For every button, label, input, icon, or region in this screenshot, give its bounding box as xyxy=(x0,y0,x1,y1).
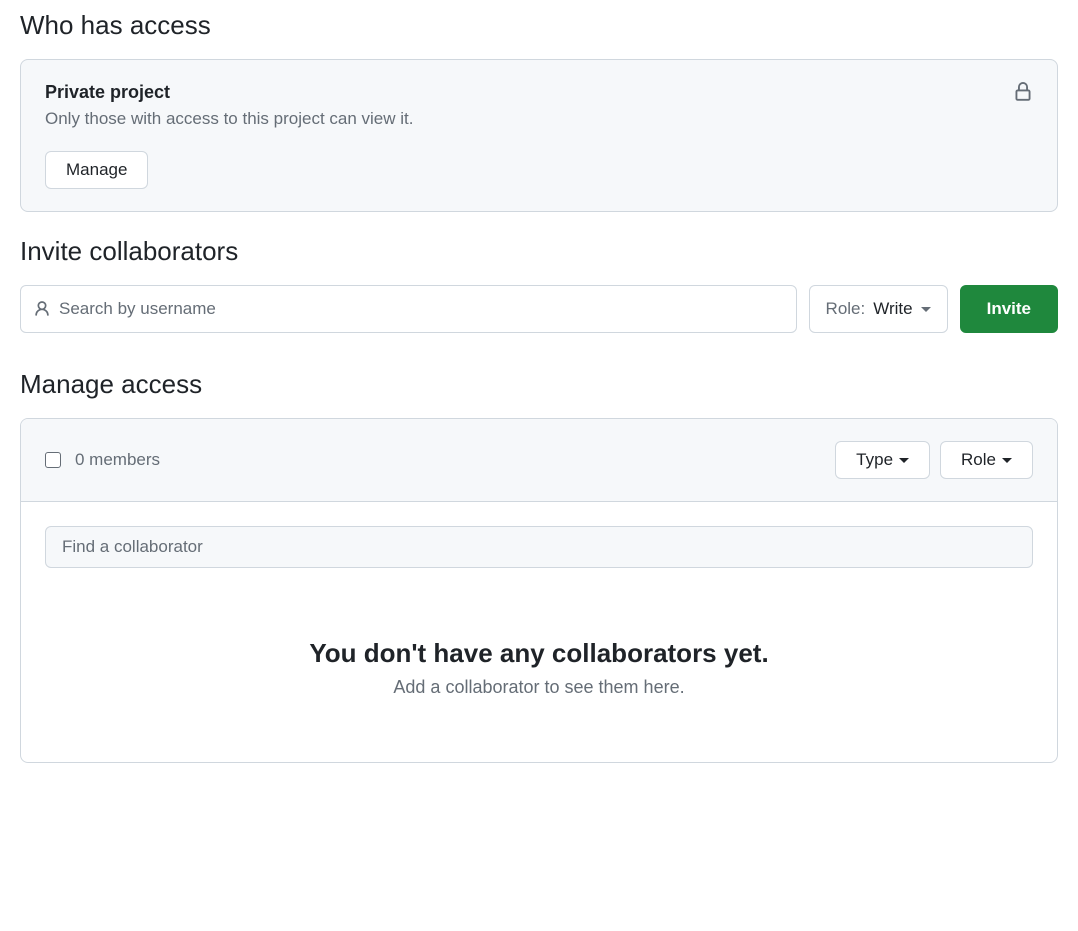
person-icon xyxy=(33,300,51,318)
who-has-access-heading: Who has access xyxy=(20,10,1058,41)
role-filter-label: Role xyxy=(961,450,996,470)
empty-state-title: You don't have any collaborators yet. xyxy=(65,638,1013,669)
empty-state: You don't have any collaborators yet. Ad… xyxy=(45,568,1033,738)
access-card: Private project Only those with access t… xyxy=(20,59,1058,212)
manage-access-panel: 0 members Type Role You don't have any c… xyxy=(20,418,1058,763)
manage-access-heading: Manage access xyxy=(20,369,1058,400)
role-selector[interactable]: Role: Write xyxy=(809,285,948,333)
caret-down-icon xyxy=(1002,458,1012,463)
caret-down-icon xyxy=(899,458,909,463)
type-filter-button[interactable]: Type xyxy=(835,441,930,479)
members-count: 0 members xyxy=(75,450,160,470)
lock-icon xyxy=(1013,82,1033,102)
invite-heading: Invite collaborators xyxy=(20,236,1058,267)
access-card-description: Only those with access to this project c… xyxy=(45,109,414,129)
empty-state-description: Add a collaborator to see them here. xyxy=(65,677,1013,698)
username-search-input[interactable] xyxy=(51,299,784,319)
type-filter-label: Type xyxy=(856,450,893,470)
find-collaborator-input[interactable] xyxy=(45,526,1033,568)
select-all-checkbox[interactable] xyxy=(45,452,61,468)
invite-button[interactable]: Invite xyxy=(960,285,1058,333)
role-filter-button[interactable]: Role xyxy=(940,441,1033,479)
invite-row: Role: Write Invite xyxy=(20,285,1058,333)
role-prefix-label: Role: xyxy=(826,299,866,319)
manage-panel-header: 0 members Type Role xyxy=(21,419,1057,502)
access-card-title: Private project xyxy=(45,82,414,103)
role-value: Write xyxy=(873,299,912,319)
manage-access-button[interactable]: Manage xyxy=(45,151,148,189)
username-search-wrap[interactable] xyxy=(20,285,797,333)
caret-down-icon xyxy=(921,307,931,312)
